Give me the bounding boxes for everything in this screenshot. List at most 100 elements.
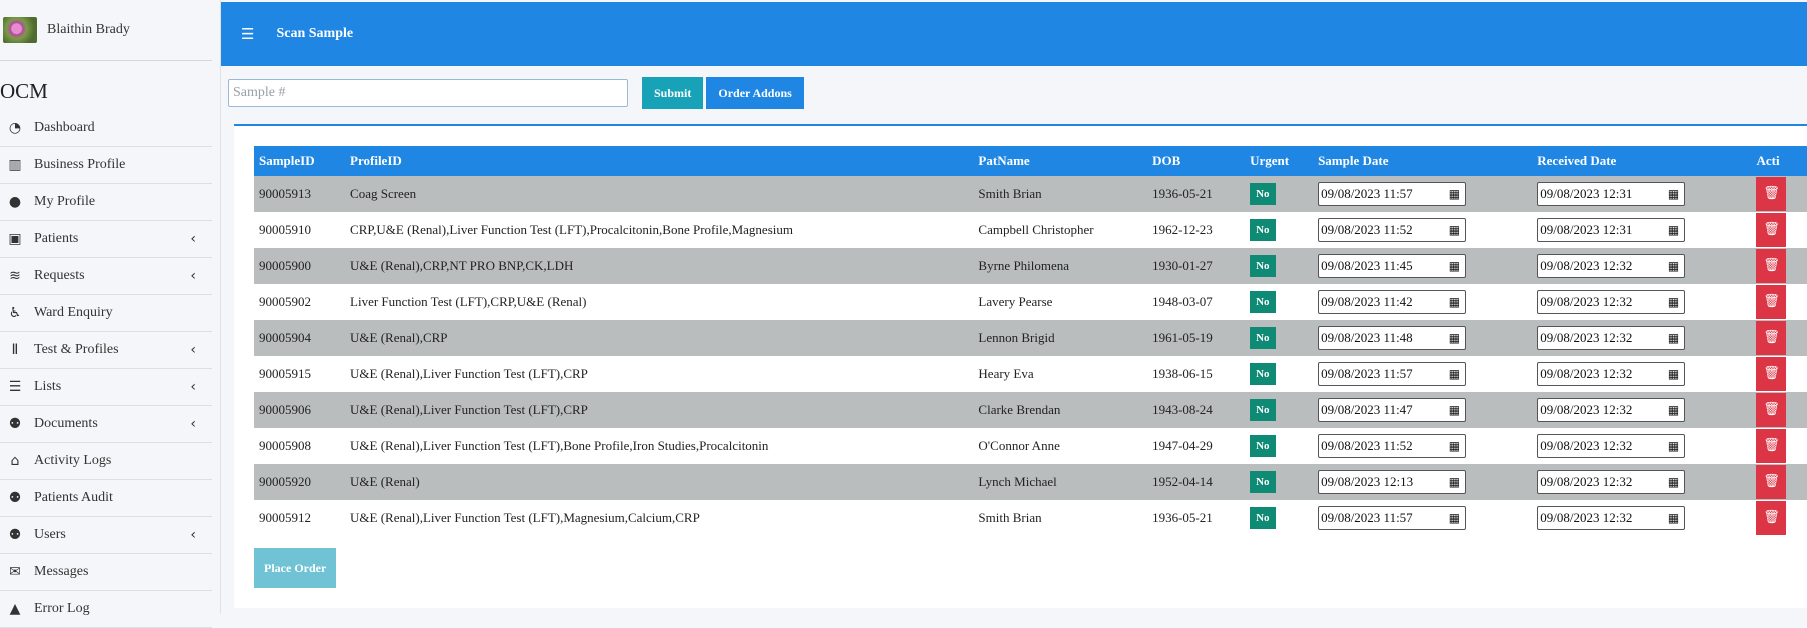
action-cell: 🗑 [1751, 320, 1807, 356]
calendar-icon[interactable]: ▦ [1449, 295, 1460, 309]
sample-date-input[interactable]: 09/08/2023 12:13 ▦ [1318, 470, 1467, 494]
sample-date-cell: 09/08/2023 12:13 ▦ [1313, 464, 1533, 500]
urgent-badge[interactable]: No [1250, 471, 1276, 493]
urgent-badge[interactable]: No [1250, 291, 1276, 313]
sample-date-input[interactable]: 09/08/2023 11:48 ▦ [1318, 326, 1467, 350]
calendar-icon[interactable]: ▦ [1449, 187, 1460, 201]
chevron-left-icon: ‹ [190, 268, 196, 284]
sample-date-input[interactable]: 09/08/2023 11:52 ▦ [1318, 434, 1467, 458]
users-icon: ⚉ [8, 527, 22, 543]
order-addons-button[interactable]: Order Addons [706, 77, 804, 109]
received-date-input[interactable]: 09/08/2023 12:32 ▦ [1537, 470, 1686, 494]
trash-icon[interactable]: 🗑 [1756, 321, 1787, 355]
calendar-icon[interactable]: ▦ [1449, 331, 1460, 345]
sidebar-item-messages[interactable]: ✉ Messages [0, 554, 212, 591]
sidebar-item-my-profile[interactable]: ● My Profile [0, 184, 212, 221]
calendar-icon[interactable]: ▦ [1668, 439, 1679, 453]
sample-date-input[interactable]: 09/08/2023 11:47 ▦ [1318, 398, 1467, 422]
brand-title: OCM [0, 79, 48, 103]
user-panel[interactable]: Blaithin Brady [0, 0, 212, 61]
dob-cell: 1948-03-07 [1147, 284, 1246, 320]
sidebar-item-test-profiles[interactable]: Ⅱ Test & Profiles ‹ [0, 332, 212, 369]
sample-number-input[interactable] [228, 79, 628, 107]
sample-date-input[interactable]: 09/08/2023 11:57 ▦ [1318, 506, 1467, 530]
datetime-value: 09/08/2023 11:57 [1321, 186, 1413, 201]
calendar-icon[interactable]: ▦ [1668, 511, 1679, 525]
sample-date-input[interactable]: 09/08/2023 11:52 ▦ [1318, 218, 1467, 242]
urgent-badge[interactable]: No [1250, 327, 1276, 349]
urgent-cell: No [1245, 176, 1314, 212]
urgent-badge[interactable]: No [1250, 219, 1276, 241]
calendar-icon[interactable]: ▦ [1449, 475, 1460, 489]
calendar-icon[interactable]: ▦ [1449, 367, 1460, 381]
calendar-icon[interactable]: ▦ [1668, 259, 1679, 273]
calendar-icon[interactable]: ▦ [1449, 511, 1460, 525]
hamburger-menu-icon[interactable]: ☰ [241, 25, 254, 43]
trash-icon[interactable]: 🗑 [1756, 465, 1787, 499]
received-date-input[interactable]: 09/08/2023 12:31 ▦ [1537, 182, 1686, 206]
sidebar-item-error-log[interactable]: ▲ Error Log [0, 591, 212, 628]
sidebar-item-users[interactable]: ⚉ Users ‹ [0, 517, 212, 554]
sample-date-input[interactable]: 09/08/2023 11:57 ▦ [1318, 362, 1467, 386]
sidebar-item-dashboard[interactable]: ◔ Dashboard [0, 110, 212, 147]
place-order-button[interactable]: Place Order [254, 548, 337, 588]
calendar-icon[interactable]: ▦ [1668, 331, 1679, 345]
sidebar-item-lists[interactable]: ☰ Lists ‹ [0, 369, 212, 406]
received-date-input[interactable]: 09/08/2023 12:32 ▦ [1537, 290, 1686, 314]
received-date-input[interactable]: 09/08/2023 12:32 ▦ [1537, 434, 1686, 458]
sidebar-item-activity-logs[interactable]: ⌂ Activity Logs [0, 443, 212, 480]
urgent-badge[interactable]: No [1250, 399, 1276, 421]
urgent-cell: No [1245, 248, 1314, 284]
dob-cell: 1938-06-15 [1147, 356, 1246, 392]
calendar-icon[interactable]: ▦ [1449, 223, 1460, 237]
datetime-value: 09/08/2023 11:45 [1321, 258, 1413, 273]
sidebar-item-patients[interactable]: ▣ Patients ‹ [0, 221, 212, 258]
calendar-icon[interactable]: ▦ [1668, 223, 1679, 237]
trash-icon[interactable]: 🗑 [1756, 357, 1787, 391]
submit-button[interactable]: Submit [642, 77, 704, 109]
top-navbar: ☰ Scan Sample [221, 2, 1807, 66]
sample-date-input[interactable]: 09/08/2023 11:42 ▦ [1318, 290, 1467, 314]
calendar-icon[interactable]: ▦ [1449, 403, 1460, 417]
trash-icon[interactable]: 🗑 [1756, 393, 1787, 427]
urgent-badge[interactable]: No [1250, 507, 1276, 529]
action-cell: 🗑 [1751, 176, 1807, 212]
calendar-icon[interactable]: ▦ [1668, 367, 1679, 381]
table-row: 90005908 U&E (Renal),Liver Function Test … [254, 428, 1807, 464]
trash-icon[interactable]: 🗑 [1756, 249, 1787, 283]
calendar-icon[interactable]: ▦ [1668, 187, 1679, 201]
sample-id-cell: 90005913 [254, 176, 346, 212]
patient-name-cell: Lavery Pearse [973, 284, 1148, 320]
received-date-input[interactable]: 09/08/2023 12:32 ▦ [1537, 506, 1686, 530]
sidebar-item-patients-audit[interactable]: ⚉ Patients Audit [0, 480, 212, 517]
sidebar-item-documents[interactable]: ⚉ Documents ‹ [0, 406, 212, 443]
sample-date-input[interactable]: 09/08/2023 11:45 ▦ [1318, 254, 1467, 278]
trash-icon[interactable]: 🗑 [1756, 285, 1787, 319]
received-date-input[interactable]: 09/08/2023 12:31 ▦ [1537, 218, 1686, 242]
sample-id-cell: 90005910 [254, 212, 346, 248]
sidebar-item-ward-enquiry[interactable]: ♿ Ward Enquiry [0, 295, 212, 332]
calendar-icon[interactable]: ▦ [1668, 295, 1679, 309]
received-date-input[interactable]: 09/08/2023 12:32 ▦ [1537, 254, 1686, 278]
received-date-input[interactable]: 09/08/2023 12:32 ▦ [1537, 362, 1686, 386]
received-date-input[interactable]: 09/08/2023 12:32 ▦ [1537, 398, 1686, 422]
sidebar-item-label: Ward Enquiry [34, 305, 113, 320]
sample-id-cell: 90005902 [254, 284, 346, 320]
received-date-input[interactable]: 09/08/2023 12:32 ▦ [1537, 326, 1686, 350]
calendar-icon[interactable]: ▦ [1668, 475, 1679, 489]
urgent-badge[interactable]: No [1250, 363, 1276, 385]
trash-icon[interactable]: 🗑 [1756, 429, 1787, 463]
trash-icon[interactable]: 🗑 [1756, 177, 1787, 211]
trash-icon[interactable]: 🗑 [1756, 501, 1787, 535]
urgent-badge[interactable]: No [1250, 435, 1276, 457]
calendar-icon[interactable]: ▦ [1668, 403, 1679, 417]
datetime-value: 09/08/2023 12:32 [1540, 402, 1633, 417]
sample-date-input[interactable]: 09/08/2023 11:57 ▦ [1318, 182, 1467, 206]
calendar-icon[interactable]: ▦ [1449, 439, 1460, 453]
calendar-icon[interactable]: ▦ [1449, 259, 1460, 273]
urgent-badge[interactable]: No [1250, 183, 1276, 205]
urgent-badge[interactable]: No [1250, 255, 1276, 277]
sidebar-item-business-profile[interactable]: ▥ Business Profile [0, 147, 212, 184]
sidebar-item-requests[interactable]: ≋ Requests ‹ [0, 258, 212, 295]
trash-icon[interactable]: 🗑 [1756, 213, 1787, 247]
